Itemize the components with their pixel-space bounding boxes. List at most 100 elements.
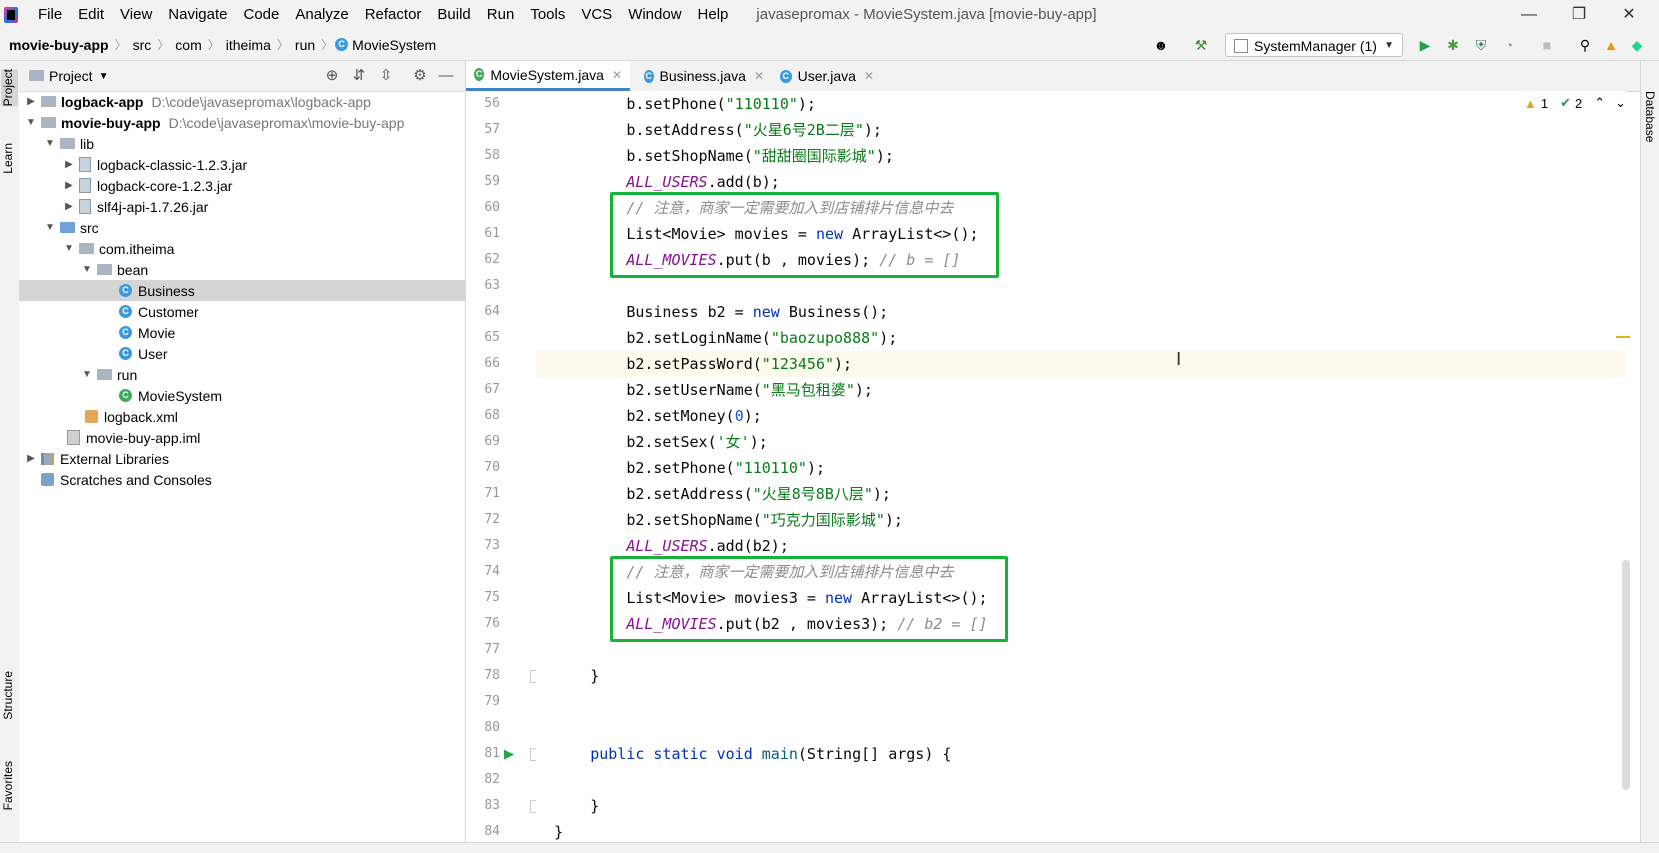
breadcrumb-com[interactable]: com (171, 37, 205, 53)
tree-item[interactable]: logback.xml (19, 406, 527, 427)
tab-user[interactable]: C User.java ✕ (772, 61, 882, 91)
inspection-widget[interactable]: ▲ 1 ✔ 2 ⌃ ⌄ (1524, 95, 1630, 111)
chevron-down-icon[interactable]: ▼ (81, 264, 93, 275)
run-main-icon[interactable]: ▶ (504, 741, 514, 767)
restore-icon[interactable]: ❐ (1556, 0, 1602, 29)
tree-item[interactable]: ▼ src (19, 217, 490, 238)
tree-item[interactable]: ▶ slf4j-api-1.7.26.jar (19, 196, 509, 217)
hide-panel-icon[interactable]: — (437, 67, 455, 85)
run-configuration-label: SystemManager (1) (1254, 38, 1377, 54)
tree-item[interactable]: ▶ logback-app D:\code\javasepromax\logba… (19, 91, 471, 112)
chevron-right-icon[interactable]: ▶ (25, 453, 37, 464)
update-icon[interactable]: ▲ (1600, 35, 1622, 55)
tree-item[interactable]: ▼ bean (19, 259, 527, 280)
tree-item[interactable]: ▼ com.itheima (19, 238, 509, 259)
menu-analyze[interactable]: Analyze (287, 0, 356, 29)
tree-item[interactable]: ▶ logback-classic-1.2.3.jar (19, 154, 509, 175)
chevron-down-icon: ▼ (1384, 40, 1394, 51)
jar-icon (79, 178, 91, 193)
tree-item[interactable]: ▼ movie-buy-app D:\code\javasepromax\mov… (19, 112, 471, 133)
close-tab-icon[interactable]: ✕ (612, 68, 622, 82)
chevron-down-icon[interactable]: ▼ (44, 222, 56, 233)
chevron-right-icon[interactable]: ▶ (63, 180, 75, 191)
menu-bar: File Edit View Navigate Code Analyze Ref… (0, 0, 1659, 29)
build-hammer-icon[interactable]: ⚒ (1190, 35, 1212, 55)
tree-item[interactable]: ▼ run (19, 364, 527, 385)
chevron-down-icon[interactable]: ▼ (81, 369, 93, 380)
menu-window[interactable]: Window (620, 0, 689, 29)
tree-item[interactable]: Scratches and Consoles (19, 469, 483, 490)
tree-item-label: External Libraries (60, 450, 169, 467)
breadcrumb-itheima[interactable]: itheima (222, 37, 275, 53)
breadcrumb-src[interactable]: src (129, 37, 156, 53)
tab-business[interactable]: C Business.java ✕ (636, 61, 772, 91)
scroll-warning-marker[interactable] (1616, 336, 1630, 338)
chevron-up-icon[interactable]: ⌃ (1594, 95, 1605, 111)
close-window-icon[interactable]: ✕ (1606, 0, 1652, 29)
close-tab-icon[interactable]: ✕ (754, 69, 764, 83)
menu-build[interactable]: Build (429, 0, 478, 29)
minimize-icon[interactable]: — (1506, 0, 1552, 29)
right-tool-window-strip: Database (1640, 61, 1659, 842)
breadcrumb-run[interactable]: run (291, 37, 319, 53)
chevron-right-icon[interactable]: ▶ (63, 159, 75, 170)
chevron-down-icon[interactable]: ▼ (63, 243, 75, 254)
project-tool-tab[interactable]: Project (1, 69, 18, 107)
gear-icon[interactable]: ⚙ (411, 67, 429, 85)
menu-navigate[interactable]: Navigate (160, 0, 235, 29)
tab-moviesystem[interactable]: C MovieSystem.java ✕ (466, 61, 630, 91)
line-number: 72 (484, 512, 500, 527)
tree-item-label: User (138, 345, 168, 362)
database-tool-tab[interactable]: Database (1643, 91, 1657, 142)
line-number: 63 (484, 278, 500, 293)
menu-file[interactable]: File (30, 0, 70, 29)
expand-all-icon[interactable]: ⇵ (350, 67, 368, 85)
tree-item[interactable]: ▶ External Libraries (19, 448, 471, 469)
menu-help[interactable]: Help (690, 0, 737, 29)
code-editor[interactable]: b.setPhone("110110"); b.setAddress("火星6号… (536, 91, 1626, 842)
menu-tools[interactable]: Tools (522, 0, 573, 29)
user-icon[interactable]: ☻ (1150, 35, 1172, 55)
chevron-right-icon[interactable]: ▶ (25, 96, 37, 107)
debug-icon[interactable]: ✱ (1442, 35, 1464, 55)
tree-item[interactable]: movie-buy-app.iml (19, 427, 509, 448)
search-icon[interactable]: ⚲ (1574, 35, 1596, 55)
structure-tool-tab[interactable]: Structure (1, 671, 18, 720)
chevron-down-icon[interactable]: ▼ (25, 117, 37, 128)
collapse-all-icon[interactable]: ⇳ (377, 67, 395, 85)
code-with-me-icon[interactable]: ◆ (1626, 35, 1648, 55)
run-icon[interactable]: ▶ (1414, 35, 1436, 55)
learn-tool-tab[interactable]: Learn (1, 143, 18, 174)
code-line: public static void main(String[] args) { (590, 745, 952, 763)
menu-edit[interactable]: Edit (70, 0, 112, 29)
code-line: Business b2 = new Business(); (626, 303, 889, 321)
run-configuration-selector[interactable]: SystemManager (1) ▼ (1225, 33, 1403, 57)
tree-item[interactable]: ▶ logback-core-1.2.3.jar (19, 175, 509, 196)
tree-item[interactable]: ▼ lib (19, 133, 490, 154)
breadcrumb-moviesystem[interactable]: MovieSystem (348, 37, 440, 53)
close-tab-icon[interactable]: ✕ (864, 69, 874, 83)
menu-run[interactable]: Run (479, 0, 523, 29)
menu-vcs[interactable]: VCS (573, 0, 620, 29)
menu-refactor[interactable]: Refactor (357, 0, 430, 29)
menu-view[interactable]: View (112, 0, 160, 29)
project-panel-title[interactable]: Project (49, 68, 93, 84)
locate-file-icon[interactable]: ⊕ (323, 67, 341, 85)
menu-code[interactable]: Code (235, 0, 287, 29)
favorites-tool-tab[interactable]: Favorites (1, 761, 18, 810)
intellij-logo-icon[interactable] (4, 6, 18, 23)
chevron-down-icon[interactable]: ▼ (99, 71, 109, 82)
chevron-down-icon[interactable]: ▼ (44, 138, 56, 149)
coverage-icon[interactable]: ⛨ (1470, 35, 1492, 55)
stop-icon[interactable]: ■ (1536, 35, 1558, 55)
chevron-right-icon[interactable]: ▶ (63, 201, 75, 212)
profile-icon[interactable]: ◔ (1498, 35, 1520, 55)
runnable-class-icon: C (474, 68, 485, 81)
editor-scrollbar[interactable] (1622, 560, 1630, 790)
breadcrumb-project[interactable]: movie-buy-app (5, 37, 113, 53)
line-number: 69 (484, 434, 500, 449)
line-number: 71 (484, 486, 500, 501)
tree-item-label: run (117, 366, 138, 383)
tab-label: MovieSystem.java (490, 66, 604, 83)
chevron-down-icon[interactable]: ⌄ (1615, 95, 1626, 111)
